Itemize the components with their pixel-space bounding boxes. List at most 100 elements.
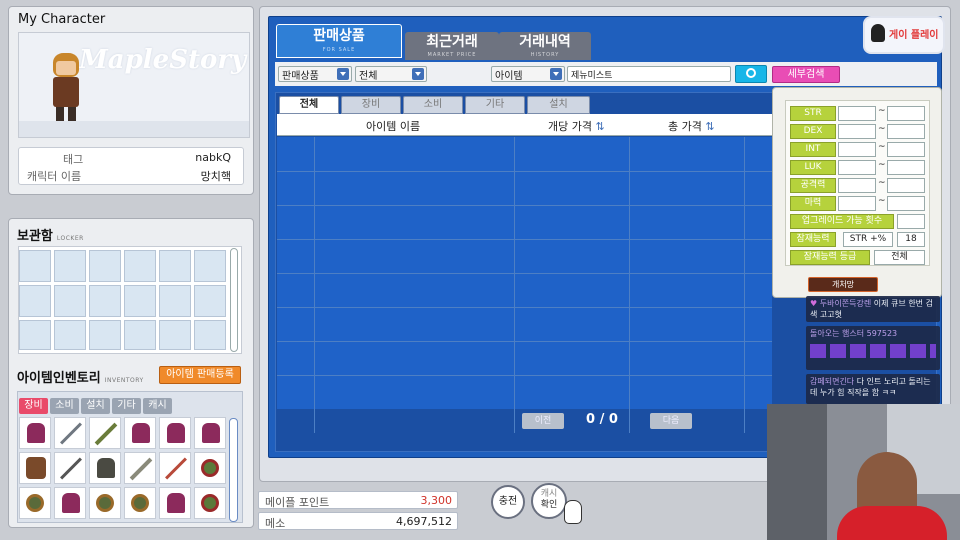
locker-cell[interactable] — [89, 250, 121, 282]
locker-cell[interactable] — [54, 285, 86, 317]
webcam-feed — [767, 404, 960, 540]
inventory-tab-cash[interactable]: 캐시 — [143, 398, 172, 414]
filter-type-select[interactable]: 판매상품 — [278, 66, 352, 82]
locker-cell[interactable] — [194, 320, 226, 350]
chat-message: ♥ 두바이쫀득강렌 이제 큐브 한번 검색 고고혓 — [806, 296, 940, 322]
locker-cell[interactable] — [159, 320, 191, 350]
locker-cell[interactable] — [19, 250, 51, 282]
charge-button[interactable]: 충전 — [491, 485, 525, 519]
stat-int-min[interactable] — [838, 142, 876, 157]
inventory-item-emblem[interactable] — [19, 487, 51, 519]
locker-cell[interactable] — [54, 250, 86, 282]
stat-attack-max[interactable] — [887, 178, 925, 193]
potential-number[interactable]: 18 — [897, 232, 925, 247]
search-input[interactable]: 제뉴미스트 — [567, 66, 731, 82]
tab-for-sale-sub: FOR SALE — [322, 47, 356, 53]
locker-cell[interactable] — [124, 250, 156, 282]
tab-history[interactable]: 거래내역 HISTORY — [499, 32, 591, 60]
search-button[interactable] — [735, 65, 767, 83]
subtab-use[interactable]: 소비 — [403, 96, 463, 114]
inventory-item-emblem[interactable] — [124, 487, 156, 519]
stat-dex-min[interactable] — [838, 124, 876, 139]
inventory-item-cape[interactable] — [194, 417, 226, 449]
stat-int-max[interactable] — [887, 142, 925, 157]
tab-market-price[interactable]: 최근거래 MARKET PRICE — [405, 32, 499, 60]
potential-select[interactable]: STR +% — [843, 232, 893, 247]
inventory-item-emblem[interactable] — [194, 452, 226, 484]
stat-str-max[interactable] — [887, 106, 925, 121]
locker-cell[interactable] — [124, 320, 156, 350]
pagination-prev[interactable]: 이전 — [522, 413, 564, 429]
inventory-item-cape[interactable] — [19, 417, 51, 449]
potential-grade-label: 잠재능력 등급 — [790, 250, 870, 265]
search-icon — [746, 68, 756, 78]
subtab-equip[interactable]: 장비 — [341, 96, 401, 114]
locker-cell[interactable] — [54, 320, 86, 350]
column-unit-price-label: 개당 가격 — [548, 120, 592, 133]
stat-magic-max[interactable] — [887, 196, 925, 211]
pagination-next[interactable]: 다음 — [650, 413, 692, 429]
column-unit-price[interactable]: 개당 가격 ⇅ — [548, 118, 605, 134]
inventory-item-cape[interactable] — [124, 417, 156, 449]
inventory-tab-use[interactable]: 소비 — [50, 398, 79, 414]
stream-logo: 게이 플레이 — [863, 16, 945, 54]
ghost-icon — [871, 24, 885, 42]
locker-cell[interactable] — [19, 285, 51, 317]
inventory-item-mace[interactable] — [124, 452, 156, 484]
locker-cell[interactable] — [89, 320, 121, 350]
stat-luk-max[interactable] — [887, 160, 925, 175]
inventory-scrollbar[interactable] — [229, 418, 238, 522]
locker-scrollbar[interactable] — [230, 248, 238, 352]
stream-logo-text: 게이 플레이 — [889, 30, 939, 41]
cash-check-button[interactable]: 캐시 확인 — [531, 483, 567, 519]
locker-cell[interactable] — [19, 320, 51, 350]
detail-search-button[interactable]: 세부검색 — [772, 66, 840, 83]
inventory-item-blade[interactable] — [89, 417, 121, 449]
column-total-price[interactable]: 총 가격 ⇅ — [668, 118, 715, 134]
stat-attack-min[interactable] — [838, 178, 876, 193]
inventory-tab-etc[interactable]: 기타 — [112, 398, 141, 414]
inventory-item-emblem[interactable] — [89, 487, 121, 519]
locker-cell[interactable] — [124, 285, 156, 317]
item-register-button[interactable]: 아이템 판매등록 — [159, 366, 241, 384]
stat-magic-min[interactable] — [838, 196, 876, 211]
tab-for-sale[interactable]: 판매상품 FOR SALE — [276, 24, 402, 58]
inventory-tab-equip[interactable]: 장비 — [19, 398, 48, 414]
inventory-item-cape[interactable] — [159, 417, 191, 449]
meso-row: 메소 4,697,512 — [258, 512, 458, 530]
locker-cell[interactable] — [194, 285, 226, 317]
inventory-item-robe[interactable] — [19, 452, 51, 484]
subtab-all[interactable]: 전체 — [279, 96, 339, 114]
inventory-item-staff[interactable] — [159, 452, 191, 484]
upgrade-count-input[interactable] — [897, 214, 925, 229]
locker-title: 보관함 — [17, 229, 53, 244]
inventory-item-spear[interactable] — [54, 417, 86, 449]
heart-icon: ♥ — [810, 299, 820, 308]
inventory-tab-setup[interactable]: 설치 — [81, 398, 110, 414]
collapse-chat-button[interactable]: 개처망 — [808, 277, 878, 292]
stat-str-min[interactable] — [838, 106, 876, 121]
inventory-item-cape[interactable] — [89, 452, 121, 484]
inventory-item-emblem[interactable] — [194, 487, 226, 519]
locker-cell[interactable] — [159, 250, 191, 282]
subtab-setup[interactable]: 설치 — [527, 96, 590, 114]
filter-search-type-select[interactable]: 아이템 — [491, 66, 565, 82]
subtab-etc[interactable]: 기타 — [465, 96, 525, 114]
locker-cell[interactable] — [159, 285, 191, 317]
inventory-header: 아이템인벤토리 INVENTORY — [17, 367, 144, 386]
locker-cell[interactable] — [89, 285, 121, 317]
stat-dex-max[interactable] — [887, 124, 925, 139]
maple-point-label: 메이플 포인트 — [265, 496, 330, 509]
locker-cell[interactable] — [194, 250, 226, 282]
inventory-item-cape[interactable] — [159, 487, 191, 519]
inventory-item-cape[interactable] — [54, 487, 86, 519]
filter-category-select[interactable]: 전체 — [355, 66, 427, 82]
potential-grade-select[interactable]: 전체 — [874, 250, 925, 265]
inventory-item-sword[interactable] — [54, 452, 86, 484]
chat-text: 597523 — [866, 329, 898, 338]
maple-point-value: 3,300 — [420, 494, 453, 507]
stat-luk-min[interactable] — [838, 160, 876, 175]
maple-point-row: 메이플 포인트 3,300 — [258, 491, 458, 509]
locker-subtitle: LOCKER — [56, 235, 84, 242]
tab-history-label: 거래내역 — [519, 34, 571, 50]
